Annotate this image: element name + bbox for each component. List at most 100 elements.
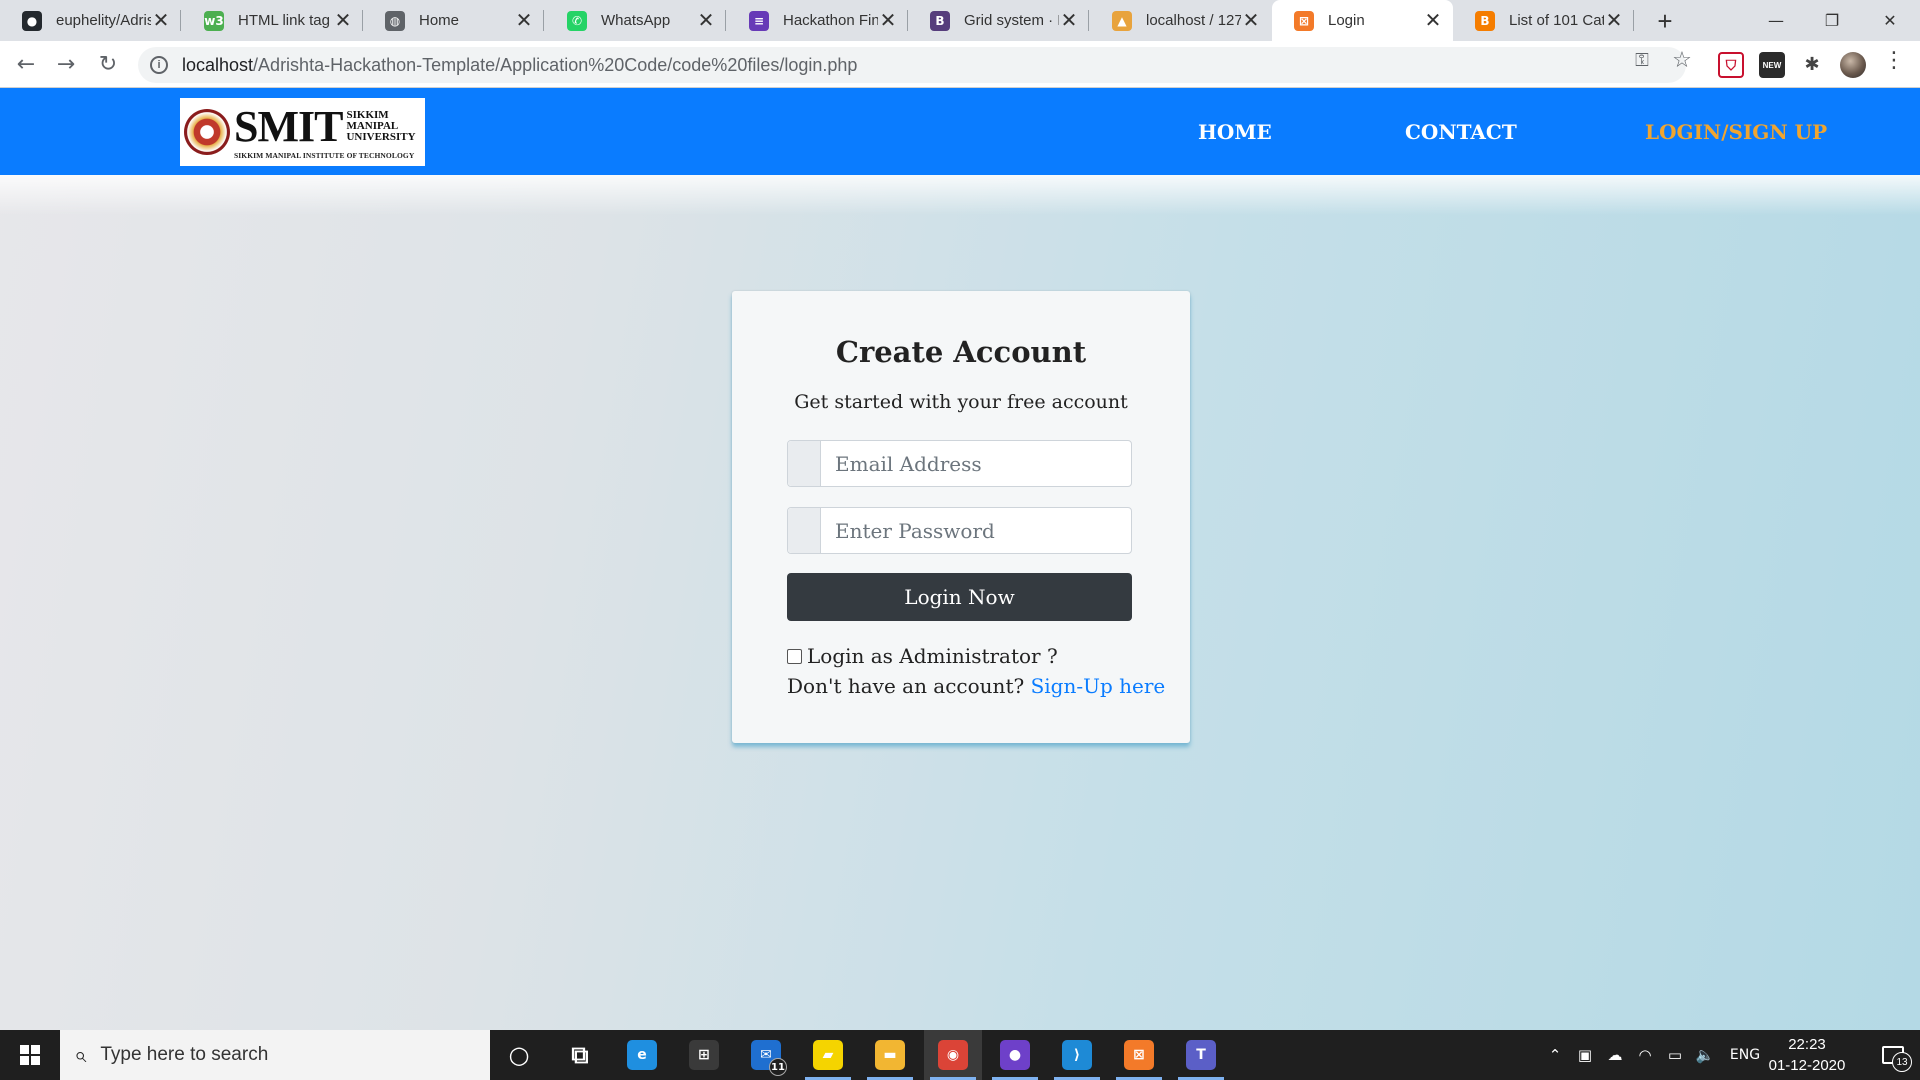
cortana-icon: ○: [508, 1041, 530, 1069]
login-button[interactable]: Login Now: [787, 573, 1132, 621]
browser-tab[interactable]: ≡ Hackathon Final✕: [727, 0, 908, 41]
page-content: SMIT SIKKIM MANIPAL UNIVERSITY SIKKIM MA…: [0, 88, 1920, 1030]
browser-tab[interactable]: B List of 101 Catchy✕: [1453, 0, 1634, 41]
back-icon[interactable]: ←: [10, 49, 42, 81]
notification-icon: 13: [1882, 1046, 1912, 1072]
password-field: [787, 507, 1132, 554]
tab-close-icon[interactable]: ✕: [333, 11, 353, 31]
tab-close-icon[interactable]: ✕: [514, 11, 534, 31]
email-input[interactable]: [821, 441, 1131, 486]
taskbar-app[interactable]: ⊠: [1110, 1030, 1168, 1080]
taskbar-app[interactable]: T: [1172, 1030, 1230, 1080]
onedrive-icon[interactable]: ☁: [1600, 1046, 1630, 1064]
taskbar-app[interactable]: ◉: [924, 1030, 982, 1080]
minimize-window-icon[interactable]: —: [1748, 0, 1804, 41]
restore-window-icon[interactable]: ❐: [1804, 0, 1860, 41]
taskbar-app[interactable]: ▰: [799, 1030, 857, 1080]
browser-tab[interactable]: ▲ localhost / 127.0.0.1✕: [1090, 0, 1271, 41]
browser-menu-icon[interactable]: ⋮: [1882, 49, 1906, 73]
tab-title: WhatsApp: [601, 12, 671, 29]
tab-title: localhost / 127.0.0.1: [1146, 12, 1241, 29]
browser-tab[interactable]: B Grid system · Bootstrap✕: [908, 0, 1089, 41]
key-icon[interactable]: ⚿: [1630, 49, 1654, 73]
taskbar-search[interactable]: ⌕ Type here to search: [60, 1030, 490, 1080]
forward-icon[interactable]: →: [50, 49, 82, 81]
store-icon: ⊞: [689, 1040, 719, 1070]
profile-avatar[interactable]: [1840, 52, 1866, 78]
notification-count: 13: [1892, 1052, 1912, 1072]
university-emblem-icon: [184, 109, 230, 155]
windows-logo-icon: [20, 1045, 40, 1065]
windows-taskbar: ⌕ Type here to search ⌃ ▣ ☁ ◠ ▭ 🔈 ENG 22…: [0, 1030, 1920, 1080]
extensions-puzzle-icon[interactable]: ✱: [1800, 53, 1824, 77]
admin-label: Login as Administrator ?: [807, 644, 1058, 668]
signup-link[interactable]: Sign-Up here: [1031, 674, 1166, 698]
browser-tab[interactable]: ◍ Home ✕: [363, 0, 544, 41]
close-window-icon[interactable]: ✕: [1862, 0, 1918, 41]
logo-title: SMIT: [234, 101, 343, 151]
tab-title: Home: [419, 12, 460, 29]
site-navbar: SMIT SIKKIM MANIPAL UNIVERSITY SIKKIM MA…: [0, 88, 1920, 175]
form-icon: ≡: [749, 10, 769, 31]
password-addon: [788, 508, 821, 553]
nav-login-signup[interactable]: LOGIN/SIGN UP: [1645, 120, 1827, 144]
sticky-notes-icon: ▰: [813, 1040, 843, 1070]
tray-chevron-icon[interactable]: ⌃: [1540, 1046, 1570, 1064]
nav-home[interactable]: HOME: [1198, 120, 1272, 144]
volume-icon[interactable]: 🔈: [1690, 1046, 1720, 1064]
taskbar-app[interactable]: ●: [986, 1030, 1044, 1080]
meet-now-icon[interactable]: ▣: [1570, 1046, 1600, 1064]
tab-title: Grid system · Bootstrap: [964, 12, 1059, 29]
reload-icon[interactable]: ↻: [92, 49, 124, 81]
browser-tab[interactable]: ✆ WhatsApp ✕: [545, 0, 726, 41]
taskbar-app[interactable]: ⊞: [675, 1030, 733, 1080]
new-extension-icon[interactable]: NEW: [1759, 52, 1785, 78]
taskbar-app[interactable]: ○: [490, 1030, 548, 1080]
site-info-icon[interactable]: i: [150, 56, 168, 74]
browser-tab[interactable]: ● euphelity/Adrishta-Hackathon✕: [0, 0, 181, 41]
tab-close-icon[interactable]: ✕: [1604, 11, 1624, 31]
taskbar-app[interactable]: e: [613, 1030, 671, 1080]
start-button[interactable]: [0, 1030, 60, 1080]
github-icon: ●: [22, 10, 42, 31]
logo-subtitle: SIKKIM MANIPAL INSTITUTE OF TECHNOLOGY: [234, 150, 415, 160]
globe-icon: ◍: [385, 10, 405, 31]
taskbar-app[interactable]: ⧉: [551, 1030, 609, 1080]
tab-close-icon[interactable]: ✕: [878, 11, 898, 31]
bookmark-star-icon[interactable]: ☆: [1670, 49, 1694, 73]
tab-close-icon[interactable]: ✕: [1059, 11, 1079, 31]
nav-contact[interactable]: CONTACT: [1405, 120, 1517, 144]
tab-close-icon[interactable]: ✕: [1423, 11, 1443, 31]
whatsapp-icon: ✆: [567, 10, 587, 31]
wifi-icon[interactable]: ◠: [1630, 1046, 1660, 1064]
taskbar-app[interactable]: ▬: [861, 1030, 919, 1080]
tab-title: Hackathon Final: [783, 12, 878, 29]
tab-close-icon[interactable]: ✕: [1241, 11, 1261, 31]
taskbar-app[interactable]: ✉ 11: [737, 1030, 795, 1080]
browser-tab[interactable]: w3 HTML link tag ✕: [182, 0, 363, 41]
password-input[interactable]: [821, 508, 1131, 553]
signup-prompt: Don't have an account? Sign-Up here: [787, 674, 1165, 698]
taskbar-app[interactable]: ⟩: [1048, 1030, 1106, 1080]
tab-close-icon[interactable]: ✕: [696, 11, 716, 31]
action-center-button[interactable]: 13: [1866, 1030, 1920, 1080]
tab-separator: [543, 10, 544, 31]
no-account-text: Don't have an account?: [787, 674, 1025, 698]
browser-tab[interactable]: ⊠ Login ✕: [1272, 0, 1453, 41]
new-tab-button[interactable]: +: [1650, 6, 1680, 36]
login-card: Create Account Get started with your fre…: [732, 291, 1190, 743]
vscode-icon: ⟩: [1062, 1040, 1092, 1070]
battery-icon[interactable]: ▭: [1660, 1046, 1690, 1064]
clock[interactable]: 22:23 01-12-2020: [1762, 1034, 1852, 1076]
search-placeholder: Type here to search: [100, 1044, 269, 1065]
address-bar[interactable]: i localhost/Adrishta-Hackathon-Template/…: [138, 47, 1686, 83]
tab-title: HTML link tag: [238, 12, 330, 29]
admin-checkbox[interactable]: [787, 648, 802, 664]
smit-logo[interactable]: SMIT SIKKIM MANIPAL UNIVERSITY SIKKIM MA…: [180, 98, 425, 166]
url-text[interactable]: localhost/Adrishta-Hackathon-Template/Ap…: [182, 55, 857, 76]
pocket-extension-icon[interactable]: ⛉: [1718, 52, 1744, 78]
tab-separator: [1088, 10, 1089, 31]
clock-time: 22:23: [1788, 1036, 1826, 1053]
tab-close-icon[interactable]: ✕: [151, 11, 171, 31]
tab-title: euphelity/Adrishta-Hackathon: [56, 12, 151, 29]
